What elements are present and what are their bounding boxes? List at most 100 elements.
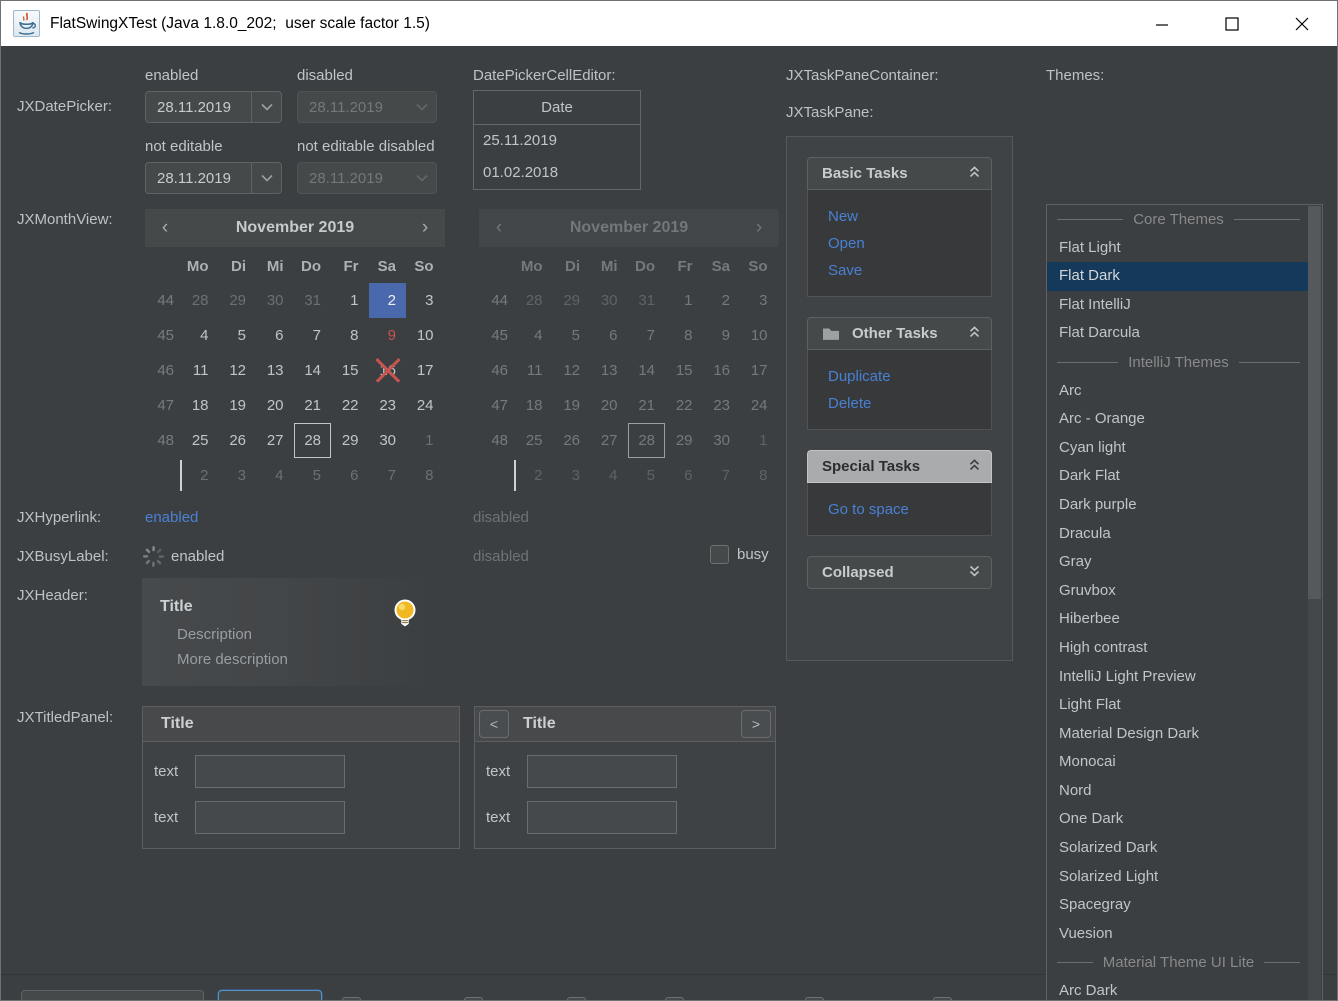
datepicker-value[interactable]: 28.11.2019 (146, 92, 251, 122)
theme-item-cyan-light[interactable]: Cyan light (1047, 434, 1310, 463)
theme-item-high-contrast[interactable]: High contrast (1047, 634, 1310, 663)
theme-item-material-design-dark[interactable]: Material Design Dark (1047, 720, 1310, 749)
checkbox-background[interactable]: background (805, 997, 910, 1001)
day-cell[interactable]: 21 (294, 388, 332, 423)
task-link-open[interactable]: Open (828, 230, 991, 257)
theme-item-vuesion[interactable]: Vuesion (1047, 920, 1310, 949)
theme-item-flat-dark[interactable]: Flat Dark (1047, 262, 1310, 291)
checkbox-opaque[interactable]: opaque (933, 997, 1010, 1001)
checkbox-box[interactable] (933, 997, 952, 1001)
theme-item-gruvbox[interactable]: Gruvbox (1047, 577, 1310, 606)
theme-item-nord[interactable]: Nord (1047, 777, 1310, 806)
day-cell[interactable]: 20 (256, 388, 294, 423)
collapse-chevron-icon[interactable] (968, 165, 981, 182)
day-cell[interactable]: 19 (219, 388, 257, 423)
task-link-new[interactable]: New (828, 203, 991, 230)
day-cell[interactable]: 25 (181, 423, 219, 458)
checkbox-box[interactable] (805, 997, 824, 1001)
theme-item-solarized-dark[interactable]: Solarized Dark (1047, 834, 1310, 863)
day-cell[interactable]: 4 (181, 318, 219, 353)
day-cell[interactable]: 17 (406, 353, 444, 388)
theme-combo[interactable]: Flat Dark (F2) (21, 990, 204, 1001)
collapse-chevron-icon[interactable] (968, 458, 981, 475)
datepicker-dropdown-button[interactable] (251, 92, 281, 122)
theme-item-flat-light[interactable]: Flat Light (1047, 234, 1310, 263)
taskpane-header-other-tasks[interactable]: Other Tasks (807, 317, 992, 350)
theme-item-light-flat[interactable]: Light Flat (1047, 691, 1310, 720)
theme-item-dark-flat[interactable]: Dark Flat (1047, 462, 1310, 491)
theme-item-hiberbee[interactable]: Hiberbee (1047, 605, 1310, 634)
day-cell[interactable]: 6 (256, 318, 294, 353)
theme-item-solarized-light[interactable]: Solarized Light (1047, 863, 1310, 892)
checkbox-box[interactable] (665, 997, 684, 1001)
day-cell[interactable]: 14 (294, 353, 332, 388)
taskpane-header-collapsed[interactable]: Collapsed (807, 556, 992, 589)
datepicker-not-editable[interactable]: 28.11.2019 (145, 162, 282, 194)
day-cell[interactable]: 5 (219, 318, 257, 353)
theme-item-flat-darcula[interactable]: Flat Darcula (1047, 319, 1310, 348)
day-cell[interactable]: 16 (369, 353, 407, 388)
taskpane-header-special-tasks[interactable]: Special Tasks (807, 450, 992, 483)
theme-item-one-dark[interactable]: One Dark (1047, 805, 1310, 834)
datepicker-enabled[interactable]: 28.11.2019 (145, 91, 282, 123)
day-cell[interactable]: 6 (331, 458, 369, 493)
day-cell[interactable]: 11 (181, 353, 219, 388)
day-cell[interactable]: 28 (294, 423, 332, 458)
close-window-button[interactable] (1267, 1, 1337, 46)
day-cell[interactable]: 22 (331, 388, 369, 423)
day-cell[interactable]: 10 (406, 318, 444, 353)
collapse-chevron-icon[interactable] (968, 325, 981, 342)
day-cell[interactable]: 31 (294, 283, 332, 318)
checkbox-box[interactable] (342, 997, 361, 1001)
day-cell[interactable]: 3 (219, 458, 257, 493)
prev-button[interactable]: < (479, 710, 509, 738)
next-button[interactable]: > (741, 710, 771, 738)
day-cell[interactable]: 8 (406, 458, 444, 493)
day-cell[interactable]: 2 (369, 283, 407, 318)
checkbox-inspect[interactable]: inspect (567, 997, 642, 1001)
table-row[interactable]: 01.02.2018 (474, 157, 640, 189)
theme-item-flat-intellij[interactable]: Flat IntelliJ (1047, 291, 1310, 320)
task-link-save[interactable]: Save (828, 257, 991, 284)
next-month-icon[interactable]: › (411, 217, 439, 239)
text-field[interactable] (195, 755, 345, 788)
checkbox-enabled[interactable]: enabled (464, 997, 544, 1001)
day-cell[interactable]: 26 (219, 423, 257, 458)
datepicker-dropdown-button[interactable] (251, 163, 281, 193)
themes-scrollbar-track[interactable] (1308, 206, 1321, 1001)
taskpane-header-basic-tasks[interactable]: Basic Tasks (807, 157, 992, 190)
theme-item-intellij-light-preview[interactable]: IntelliJ Light Preview (1047, 663, 1310, 692)
theme-item-monocai[interactable]: Monocai (1047, 748, 1310, 777)
theme-item-arc[interactable]: Arc (1047, 377, 1310, 406)
theme-item-arc-orange[interactable]: Arc - Orange (1047, 405, 1310, 434)
text-field[interactable] (527, 801, 677, 834)
day-cell[interactable]: 23 (369, 388, 407, 423)
day-cell[interactable]: 8 (331, 318, 369, 353)
text-field[interactable] (195, 801, 345, 834)
text-field[interactable] (527, 755, 677, 788)
day-cell[interactable]: 2 (181, 458, 219, 493)
table-row[interactable]: 25.11.2019 (474, 125, 640, 157)
theme-item-arc-dark[interactable]: Arc Dark (1047, 977, 1310, 1001)
day-cell[interactable]: 28 (181, 283, 219, 318)
expand-chevron-icon[interactable] (968, 564, 981, 581)
checkbox-busy[interactable]: busy (710, 545, 769, 564)
task-link-delete[interactable]: Delete (828, 390, 991, 417)
theme-item-spacegray[interactable]: Spacegray (1047, 891, 1310, 920)
checkbox-box[interactable] (464, 997, 483, 1001)
day-cell[interactable]: 12 (219, 353, 257, 388)
day-cell[interactable]: 13 (256, 353, 294, 388)
day-cell[interactable]: 9 (369, 318, 407, 353)
day-cell[interactable]: 27 (256, 423, 294, 458)
day-cell[interactable]: 3 (406, 283, 444, 318)
day-cell[interactable]: 29 (331, 423, 369, 458)
theme-item-dark-purple[interactable]: Dark purple (1047, 491, 1310, 520)
minimize-button[interactable] (1127, 1, 1197, 46)
checkbox-box[interactable] (567, 997, 586, 1001)
day-cell[interactable]: 1 (331, 283, 369, 318)
theme-item-gray[interactable]: Gray (1047, 548, 1310, 577)
day-cell[interactable]: 7 (294, 318, 332, 353)
theme-item-dracula[interactable]: Dracula (1047, 520, 1310, 549)
datepicker-value[interactable]: 28.11.2019 (146, 163, 251, 193)
themes-scrollbar-thumb[interactable] (1308, 206, 1321, 599)
